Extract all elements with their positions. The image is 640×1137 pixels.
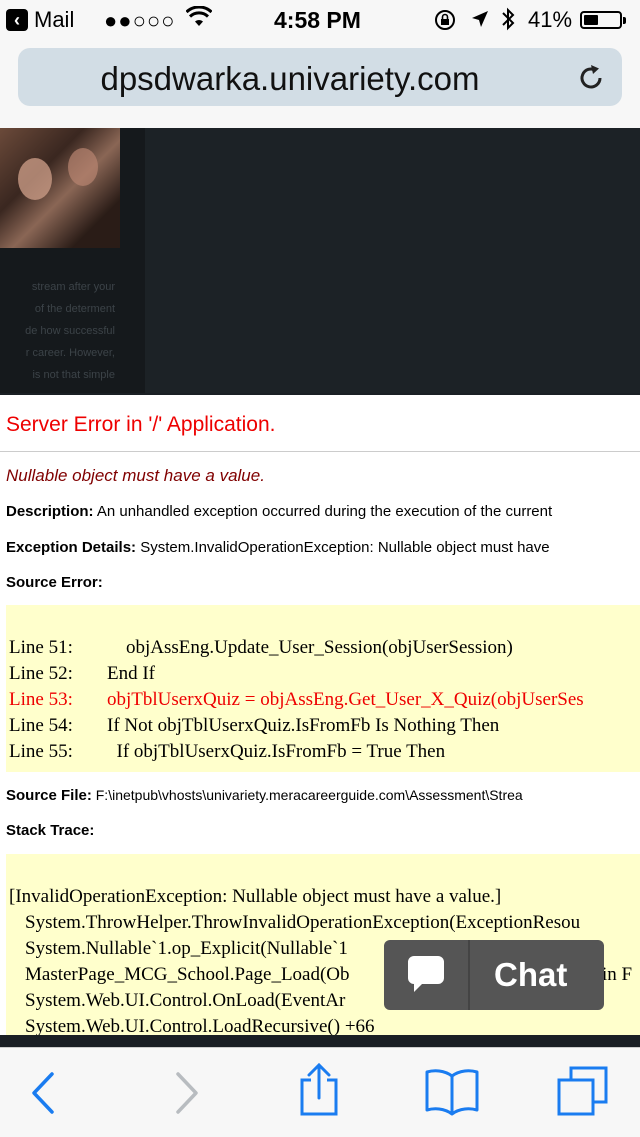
bookmarks-icon[interactable] <box>424 1066 480 1116</box>
status-bar: ‹ Mail ●●○○○ 4:58 PM 41% <box>0 0 640 40</box>
exception-details-row: Exception Details: System.InvalidOperati… <box>6 539 550 556</box>
battery-icon <box>580 11 626 29</box>
page-bottom-strip <box>0 1035 640 1047</box>
source-error-heading: Source Error: <box>6 574 103 591</box>
error-subtitle: Nullable object must have a value. <box>6 466 265 485</box>
clock: 4:58 PM <box>274 7 361 33</box>
address-bar[interactable]: dpsdwarka.univariety.com <box>18 48 622 106</box>
battery-fill <box>584 15 598 25</box>
students-photo <box>0 128 120 248</box>
url-text: dpsdwarka.univariety.com <box>100 60 480 97</box>
stack-line: System.Web.UI.Control.OnLoad(EventAr <box>25 990 346 1011</box>
back-chevron-icon: ‹ <box>6 9 28 31</box>
exception-text: System.InvalidOperationException: Nullab… <box>140 539 550 556</box>
stack-line: MasterPage_MCG_School.Page_Load(Ob <box>25 964 350 985</box>
tabs-icon[interactable] <box>556 1064 608 1116</box>
exception-label: Exception Details: <box>6 539 137 556</box>
orientation-lock-icon <box>434 9 456 37</box>
safari-toolbar <box>0 1047 640 1137</box>
server-error-panel: Server Error in '/' Application. Nullabl… <box>0 395 640 1035</box>
source-line: Line 55: If objTblUserxQuiz.IsFromFb = T… <box>9 741 446 762</box>
chat-bubble-icon <box>406 954 446 992</box>
source-file-row: Source File: F:\inetpub\vhosts\univariet… <box>6 787 523 804</box>
source-line: Line 51: objAssEng.Update_User_Session(o… <box>9 637 513 658</box>
back-app-label: Mail <box>34 7 75 32</box>
faint-line: is not that simple <box>32 369 115 381</box>
chat-divider <box>468 940 470 1010</box>
source-line: Line 52: End If <box>9 663 156 684</box>
source-line-highlighted: Line 53: objTblUserxQuiz = objAssEng.Get_… <box>9 689 584 710</box>
stack-trace-heading: Stack Trace: <box>6 822 95 839</box>
forward-arrow-icon[interactable] <box>160 1068 210 1118</box>
stack-line: System.ThrowHelper.ThrowInvalidOperation… <box>25 912 581 933</box>
source-file-label: Source File: <box>6 787 92 804</box>
webpage-left-column: stream after your of the determent de ho… <box>0 128 145 393</box>
source-file-path: F:\inetpub\vhosts\univariety.meracareerg… <box>95 787 523 803</box>
location-icon <box>470 9 490 35</box>
stack-line: System.Nullable`1.op_Explicit(Nullable`1 <box>25 938 348 959</box>
share-icon[interactable] <box>294 1062 344 1116</box>
back-to-mail-button[interactable]: ‹ Mail <box>6 7 74 33</box>
divider <box>0 451 640 452</box>
battery-percent: 41% <box>528 7 573 32</box>
back-arrow-icon[interactable] <box>20 1068 70 1118</box>
description-row: Description: An unhandled exception occu… <box>6 503 552 520</box>
reload-icon[interactable] <box>574 61 608 95</box>
description-text: An unhandled exception occurred during t… <box>96 503 553 520</box>
stack-line-tail: in F <box>602 964 633 985</box>
stack-line: [InvalidOperationException: Nullable obj… <box>9 886 502 907</box>
signal-strength: ●●○○○ <box>104 8 176 33</box>
wifi-icon <box>185 5 213 34</box>
stack-line: System.Web.UI.Control.LoadRecursive() +6… <box>25 1016 375 1035</box>
error-title: Server Error in '/' Application. <box>6 413 276 436</box>
browser-address-area: dpsdwarka.univariety.com <box>0 40 640 128</box>
source-line: Line 54: If Not objTblUserxQuiz.IsFromFb … <box>9 715 500 736</box>
faint-article-text: stream after your of the determent de ho… <box>0 276 115 386</box>
faint-line: r career. However, <box>25 347 115 359</box>
description-label: Description: <box>6 503 94 520</box>
bluetooth-icon <box>500 7 516 37</box>
source-error-code-box: Line 51: objAssEng.Update_User_Session(o… <box>6 605 640 772</box>
faint-line: of the determent <box>34 303 115 315</box>
faint-line: stream after your <box>31 281 115 293</box>
chat-button[interactable]: Chat <box>384 940 604 1010</box>
faint-line: de how successful <box>25 325 115 337</box>
chat-label: Chat <box>494 956 568 993</box>
